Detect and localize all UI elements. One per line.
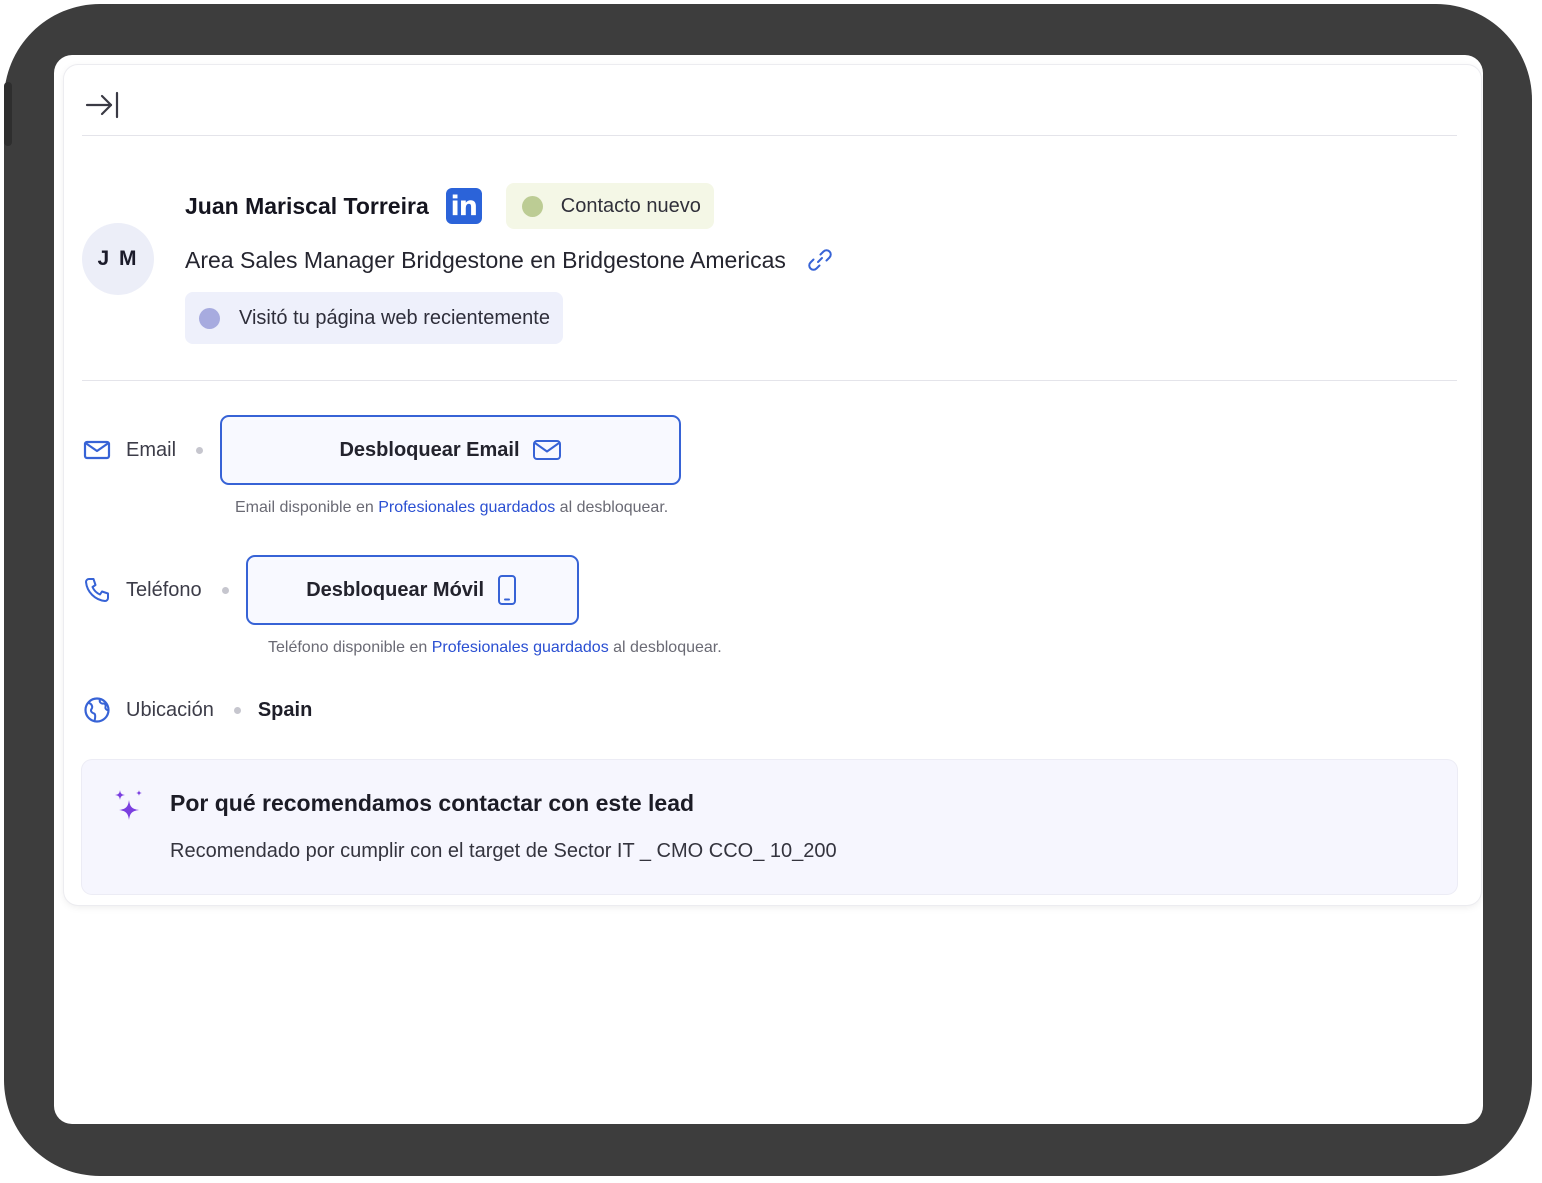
email-hint: Email disponible en Profesionales guarda… bbox=[235, 499, 668, 517]
phone-hint-suffix: al desbloquear. bbox=[613, 639, 722, 656]
activity-badge: Visitó tu página web recientemente bbox=[185, 292, 563, 344]
device-button bbox=[176, 4, 228, 12]
phone-label: Teléfono bbox=[126, 578, 202, 601]
status-dot bbox=[521, 195, 543, 217]
unlock-email-label: Desbloquear Email bbox=[339, 438, 520, 461]
recommendation-text: Recomendado por cumplir con el target de… bbox=[170, 840, 837, 862]
contact-header: J M Juan Mariscal Torreira in Contacto n… bbox=[82, 135, 1457, 381]
sparkles-icon bbox=[115, 790, 142, 820]
envelope-icon bbox=[532, 439, 562, 461]
separator-dot bbox=[233, 706, 241, 714]
saved-professionals-link[interactable]: Profesionales guardados bbox=[432, 639, 609, 656]
arrow-right-to-bar-icon bbox=[85, 91, 119, 119]
email-hint-suffix: al desbloquear. bbox=[559, 499, 669, 516]
device-side-button bbox=[4, 82, 12, 146]
email-hint-prefix: Email disponible en bbox=[235, 499, 374, 516]
email-label: Email bbox=[126, 438, 177, 461]
phone-hint: Teléfono disponible en Profesionales gua… bbox=[268, 639, 722, 657]
status-badge-label: Contacto nuevo bbox=[560, 194, 701, 217]
location-value: Spain bbox=[257, 698, 313, 721]
smartphone-icon bbox=[496, 574, 518, 606]
location-label: Ubicación bbox=[126, 698, 214, 721]
contact-name: Juan Mariscal Torreira bbox=[185, 192, 429, 219]
status-badge: Contacto nuevo bbox=[505, 183, 714, 229]
device-button bbox=[110, 4, 162, 12]
phone-hint-prefix: Teléfono disponible en bbox=[268, 639, 428, 656]
job-title: Area Sales Manager Bridgestone en Bridge… bbox=[185, 246, 786, 273]
separator-dot bbox=[221, 586, 229, 594]
link-icon[interactable] bbox=[806, 246, 834, 274]
linkedin-icon[interactable]: in bbox=[445, 188, 482, 224]
phone-icon bbox=[82, 575, 112, 605]
globe-icon bbox=[82, 695, 112, 725]
contact-detail-panel: J M Juan Mariscal Torreira in Contacto n… bbox=[64, 65, 1481, 905]
panel-toolbar bbox=[82, 65, 1457, 136]
unlock-mobile-label: Desbloquear Móvil bbox=[306, 578, 485, 601]
email-row: Email Desbloquear Email bbox=[82, 415, 682, 485]
envelope-icon bbox=[82, 435, 112, 465]
activity-badge-label: Visitó tu página web recientemente bbox=[239, 306, 550, 329]
collapse-panel-button[interactable] bbox=[82, 87, 122, 123]
name-row: Juan Mariscal Torreira in Contacto nuevo bbox=[185, 183, 714, 229]
phone-row: Teléfono Desbloquear Móvil bbox=[82, 555, 579, 625]
job-title-row: Area Sales Manager Bridgestone en Bridge… bbox=[185, 240, 834, 280]
activity-dot bbox=[199, 307, 220, 329]
unlock-mobile-button[interactable]: Desbloquear Móvil bbox=[245, 555, 579, 625]
recommendation-card: Por qué recomendamos contactar con este … bbox=[82, 760, 1457, 894]
unlock-email-button[interactable]: Desbloquear Email bbox=[220, 415, 682, 485]
separator-dot bbox=[196, 446, 204, 454]
saved-professionals-link[interactable]: Profesionales guardados bbox=[378, 499, 555, 516]
screen: J M Juan Mariscal Torreira in Contacto n… bbox=[54, 55, 1483, 1124]
recommendation-title: Por qué recomendamos contactar con este … bbox=[170, 790, 695, 816]
location-row: Ubicación Spain bbox=[82, 695, 312, 725]
avatar: J M bbox=[82, 223, 154, 295]
